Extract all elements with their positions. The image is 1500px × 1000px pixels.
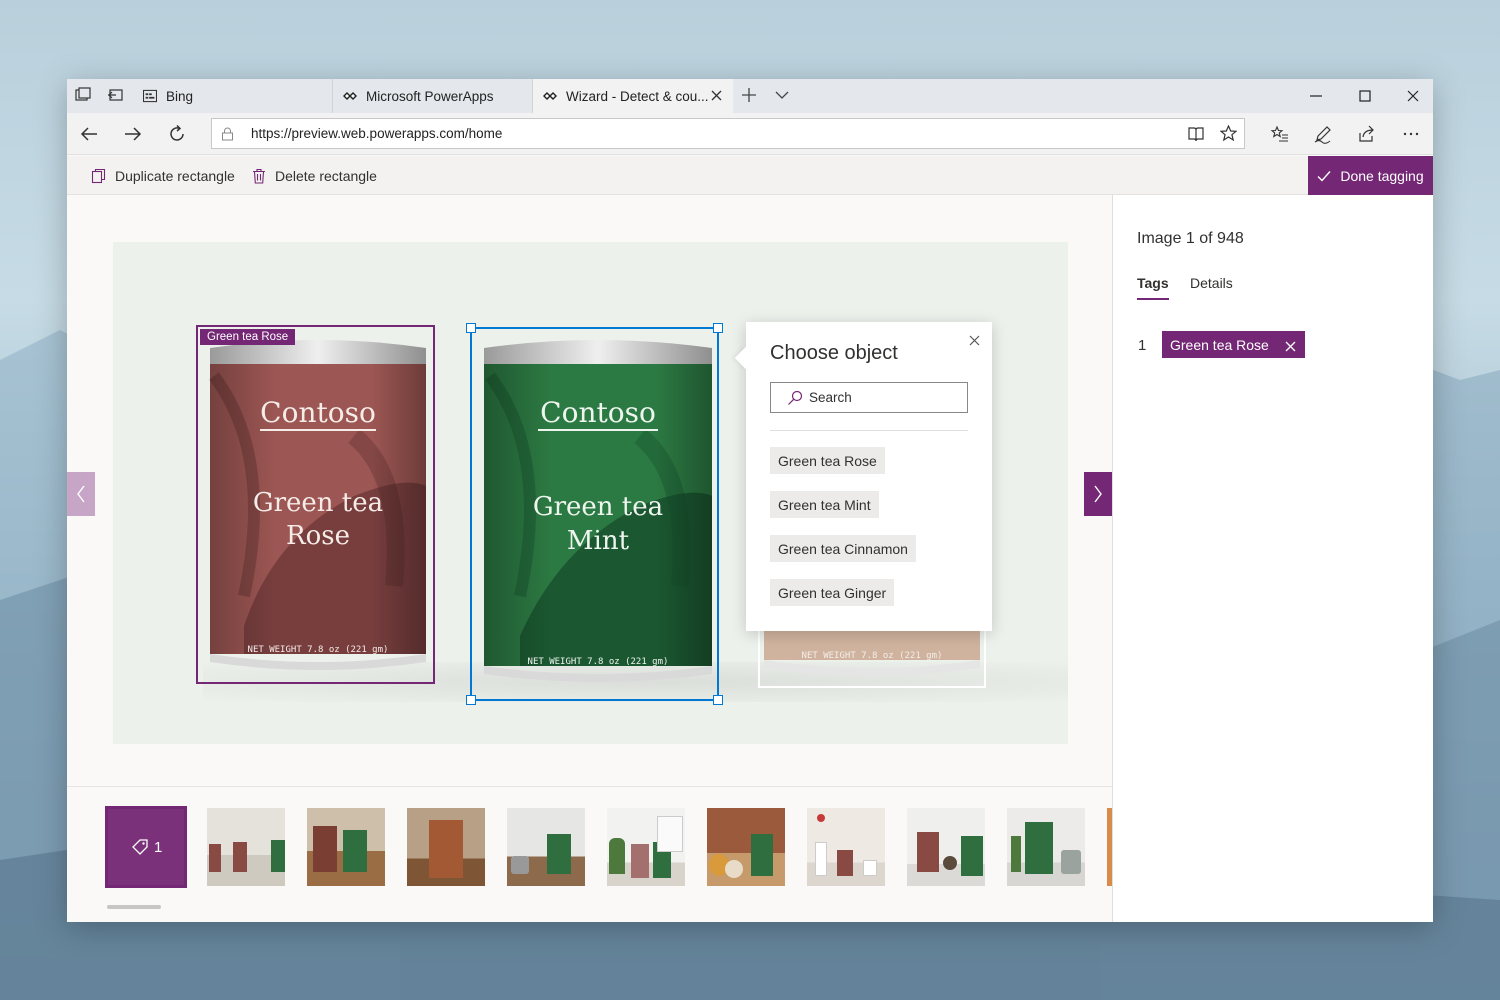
thumbnail-selected[interactable]: 1 bbox=[105, 806, 187, 888]
tab-powerapps[interactable]: Microsoft PowerApps bbox=[333, 79, 533, 113]
resize-handle[interactable] bbox=[713, 695, 723, 705]
tab-label: Wizard - Detect & cou... bbox=[566, 88, 709, 104]
bing-favicon-icon bbox=[143, 89, 157, 103]
thumbnail[interactable] bbox=[307, 808, 385, 886]
close-tab-icon[interactable] bbox=[710, 89, 723, 102]
set-aside-tabs-icon[interactable] bbox=[107, 87, 125, 105]
next-image-button[interactable] bbox=[1084, 472, 1112, 516]
done-label: Done tagging bbox=[1340, 167, 1424, 184]
tab-preview-chevron-icon[interactable] bbox=[774, 87, 792, 105]
favorite-star-icon[interactable] bbox=[1219, 124, 1238, 147]
more-options-icon[interactable] bbox=[1401, 124, 1421, 144]
tab-wizard[interactable]: Wizard - Detect & cou... bbox=[533, 79, 733, 113]
tab-manager-icon[interactable] bbox=[75, 87, 93, 105]
popup-divider bbox=[770, 430, 968, 431]
duplicate-icon bbox=[91, 168, 106, 183]
can-weight: NET WEIGHT 7.8 oz (221 gm) bbox=[802, 651, 943, 661]
thumbnail[interactable] bbox=[907, 808, 985, 886]
remove-tag-icon[interactable] bbox=[1285, 339, 1296, 352]
thumbnail[interactable] bbox=[807, 808, 885, 886]
tag-chip[interactable]: Green tea Rose bbox=[1162, 331, 1305, 358]
web-note-pen-icon[interactable] bbox=[1313, 124, 1333, 144]
navigation-bar: https://preview.web.powerapps.com/home bbox=[67, 113, 1433, 155]
image-filmstrip: 1 bbox=[67, 786, 1112, 922]
address-bar[interactable]: https://preview.web.powerapps.com/home bbox=[211, 118, 1245, 149]
done-tagging-button[interactable]: Done tagging bbox=[1308, 156, 1433, 195]
selected-bounding-box[interactable] bbox=[466, 323, 723, 705]
tagged-bounding-box[interactable]: Green tea Rose bbox=[196, 325, 435, 684]
popup-title: Choose object bbox=[770, 342, 898, 364]
thumbnail[interactable] bbox=[207, 808, 285, 886]
tab-bing[interactable]: Bing bbox=[133, 79, 333, 113]
lock-icon bbox=[221, 127, 234, 141]
tag-count: 1 bbox=[154, 839, 163, 856]
object-option[interactable]: Green tea Mint bbox=[770, 491, 879, 518]
choose-object-popup: Choose object Search Green tea Rose Gree… bbox=[734, 322, 992, 631]
object-option[interactable]: Green tea Cinnamon bbox=[770, 535, 916, 562]
resize-handle[interactable] bbox=[466, 695, 476, 705]
chevron-left-icon bbox=[77, 485, 85, 503]
details-panel: Image 1 of 948 Tags Details 1 Green tea … bbox=[1112, 195, 1433, 922]
duplicate-rectangle-button[interactable]: Duplicate rectangle bbox=[91, 156, 235, 195]
favorites-hub-icon[interactable] bbox=[1270, 124, 1290, 144]
minimize-icon[interactable] bbox=[1308, 88, 1324, 104]
powerapps-favicon-icon bbox=[543, 89, 557, 103]
command-bar: Duplicate rectangle Delete rectangle Don… bbox=[67, 156, 1433, 195]
trash-icon bbox=[253, 168, 265, 184]
reading-view-icon[interactable] bbox=[1188, 126, 1204, 147]
back-arrow-icon[interactable] bbox=[79, 124, 99, 144]
tab-label: Bing bbox=[166, 88, 194, 104]
refresh-icon[interactable] bbox=[167, 124, 187, 144]
thumbnail[interactable] bbox=[1007, 808, 1085, 886]
delete-rectangle-button[interactable]: Delete rectangle bbox=[251, 156, 377, 195]
close-window-icon[interactable] bbox=[1405, 88, 1421, 104]
duplicate-label: Duplicate rectangle bbox=[115, 167, 235, 184]
search-icon bbox=[788, 390, 803, 405]
tab-label: Microsoft PowerApps bbox=[366, 88, 494, 104]
object-option[interactable]: Green tea Rose bbox=[770, 447, 885, 474]
share-icon[interactable] bbox=[1357, 124, 1377, 144]
delete-label: Delete rectangle bbox=[275, 167, 377, 184]
image-counter: Image 1 of 948 bbox=[1137, 230, 1244, 247]
search-placeholder: Search bbox=[809, 390, 852, 405]
thumbnail[interactable] bbox=[707, 808, 785, 886]
chevron-right-icon bbox=[1094, 485, 1102, 503]
forward-arrow-icon[interactable] bbox=[123, 124, 143, 144]
object-option[interactable]: Green tea Ginger bbox=[770, 579, 895, 606]
thumbnail[interactable] bbox=[607, 808, 685, 886]
checkmark-icon bbox=[1317, 170, 1331, 182]
filmstrip-scrollbar[interactable] bbox=[107, 905, 161, 909]
tag-index: 1 bbox=[1138, 337, 1147, 354]
tab-tags[interactable]: Tags bbox=[1137, 275, 1169, 300]
tab-strip: Bing Microsoft PowerApps Wizard - Detect… bbox=[67, 79, 1433, 113]
new-tab-icon[interactable] bbox=[741, 87, 759, 105]
url-text: https://preview.web.powerapps.com/home bbox=[251, 126, 503, 141]
powerapps-favicon-icon bbox=[343, 89, 357, 103]
tab-details[interactable]: Details bbox=[1190, 275, 1233, 291]
tag-chip-label: Green tea Rose bbox=[1170, 336, 1269, 353]
maximize-icon[interactable] bbox=[1357, 88, 1373, 104]
resize-handle[interactable] bbox=[713, 323, 723, 333]
close-popup-icon[interactable] bbox=[969, 333, 980, 346]
tag-icon bbox=[132, 839, 148, 855]
resize-handle[interactable] bbox=[466, 323, 476, 333]
browser-window: Bing Microsoft PowerApps Wizard - Detect… bbox=[67, 79, 1433, 922]
thumbnail[interactable] bbox=[507, 808, 585, 886]
thumbnail[interactable] bbox=[407, 808, 485, 886]
object-search-input[interactable]: Search bbox=[770, 382, 968, 413]
previous-image-button[interactable] bbox=[67, 472, 95, 516]
bounding-box-label: Green tea Rose bbox=[200, 329, 296, 345]
